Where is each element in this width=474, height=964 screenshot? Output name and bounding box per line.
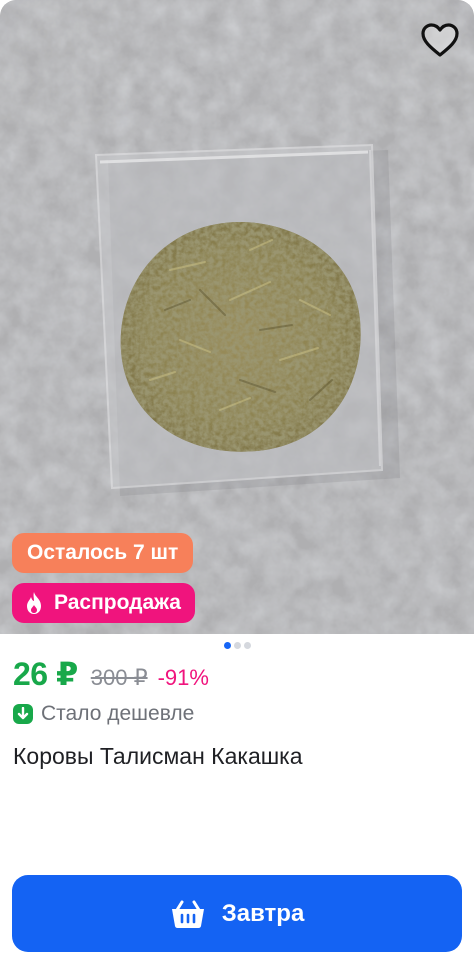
- heart-outline-icon: [420, 22, 460, 58]
- price-row: 26 ₽ 300 ₽ -91%: [13, 655, 209, 693]
- gallery-dot-active[interactable]: [223, 642, 231, 649]
- product-title[interactable]: Коровы Талисман Какашка: [13, 740, 462, 772]
- favorite-button[interactable]: [418, 18, 462, 62]
- basket-icon: [170, 898, 206, 930]
- gallery-dot[interactable]: [243, 642, 251, 649]
- old-price: 300 ₽: [90, 665, 148, 690]
- sale-badge: Распродажа: [12, 583, 195, 623]
- sale-badge-label: Распродажа: [54, 591, 181, 614]
- discount-percent: -91%: [157, 665, 209, 690]
- add-to-cart-button[interactable]: Завтра: [12, 875, 462, 952]
- flame-icon: [24, 591, 44, 615]
- arrow-down-icon: [13, 704, 33, 724]
- stock-badge: Осталось 7 шт: [12, 533, 194, 573]
- product-photo[interactable]: Осталось 7 шт Распродажа: [0, 0, 474, 634]
- product-card[interactable]: Осталось 7 шт Распродажа 26 ₽ 300 ₽ -91%: [0, 0, 474, 964]
- add-to-cart-label: Завтра: [221, 899, 305, 927]
- gallery-dot[interactable]: [233, 642, 241, 649]
- stock-badge-label: Осталось 7 шт: [27, 541, 179, 564]
- price-drop-note: Стало дешевле: [13, 702, 194, 726]
- current-price: 26 ₽: [13, 656, 78, 692]
- gallery-pagination: [0, 642, 474, 649]
- price-drop-label: Стало дешевле: [41, 702, 195, 725]
